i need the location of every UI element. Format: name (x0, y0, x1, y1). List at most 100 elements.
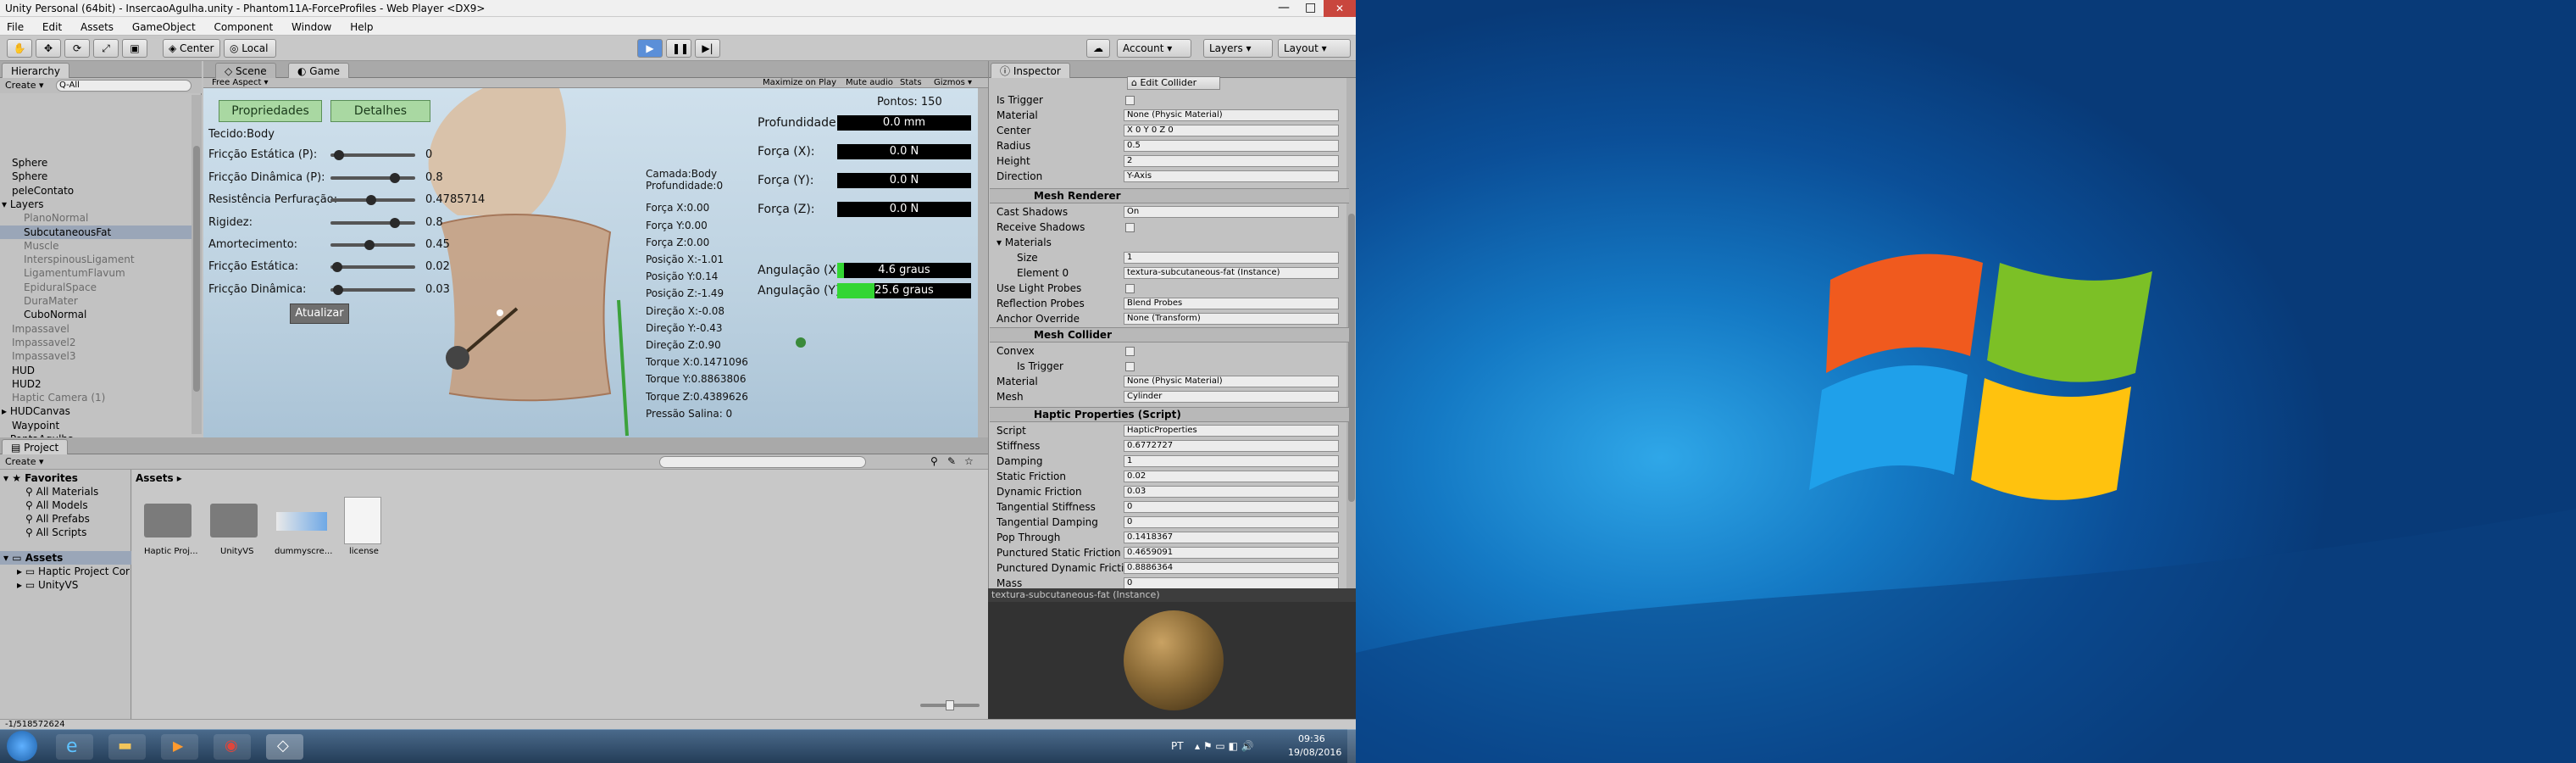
inspector-field-value[interactable]: On (1124, 206, 1339, 218)
inspector-field-value[interactable]: 1 (1124, 252, 1339, 264)
hierarchy-item[interactable]: ▾ Layers (2, 198, 44, 211)
assets-folder[interactable]: ▾ ▭ Assets (3, 553, 63, 563)
inspector-field-value[interactable]: 0.1418367 (1124, 532, 1339, 543)
rotate-tool-icon[interactable]: ⟳ (64, 39, 90, 58)
layers-dropdown[interactable]: Layers ▾ (1203, 39, 1273, 58)
inspector-field-value[interactable]: 0 (1124, 516, 1339, 528)
game-scrollbar[interactable] (978, 88, 988, 437)
explorer-icon[interactable]: ▬ (108, 734, 146, 760)
slider-knob[interactable] (390, 217, 401, 228)
fav-all-materials[interactable]: ⚲ All Materials (25, 487, 98, 497)
hierarchy-item[interactable]: LigamentumFlavum (24, 266, 125, 280)
hierarchy-item[interactable]: Sphere (12, 170, 47, 183)
menu-file[interactable]: File (7, 21, 24, 33)
material-preview[interactable] (988, 602, 1356, 719)
inspector-field-value[interactable]: textura-subcutaneous-fat (Instance) (1124, 267, 1339, 279)
ie-icon[interactable]: e (56, 734, 93, 760)
pivot-local-button[interactable]: ◎ Local (224, 39, 276, 58)
mesh-collider-header[interactable]: Mesh Collider (990, 327, 1349, 343)
tab-hierarchy[interactable]: Hierarchy (2, 63, 70, 78)
hierarchy-scrollbar[interactable] (192, 95, 202, 434)
hierarchy-item[interactable]: EpiduralSpace (24, 281, 97, 294)
assets-breadcrumb[interactable]: Assets ▸ (136, 473, 182, 483)
slider-knob[interactable] (332, 284, 343, 295)
inspector-checkbox[interactable] (1125, 347, 1135, 356)
hierarchy-item[interactable]: SubcutaneousFat (24, 226, 111, 239)
minimize-button[interactable]: — (1278, 2, 1290, 14)
media-player-icon[interactable]: ▶ (161, 734, 198, 760)
inspector-checkbox[interactable] (1125, 284, 1135, 293)
hierarchy-item[interactable]: PlanoNormal (24, 211, 88, 225)
inspector-field-value[interactable]: 0.8886364 (1124, 562, 1339, 574)
fav-all-scripts[interactable]: ⚲ All Scripts (25, 527, 86, 537)
folder-haptic-project[interactable]: ▸ ▭ Haptic Project Cor (17, 566, 130, 576)
pivot-center-button[interactable]: ◈ Center (163, 39, 220, 58)
inspector-checkbox[interactable] (1125, 362, 1135, 371)
maximize-button[interactable]: □ (1305, 2, 1316, 14)
hierarchy-search-input[interactable]: Q-All (56, 80, 192, 92)
haptic-properties-header[interactable]: Haptic Properties (Script) (990, 407, 1349, 422)
inspector-field-value[interactable]: X 0 Y 0 Z 0 (1124, 125, 1339, 136)
inspector-field-value[interactable]: 0.02 (1124, 471, 1339, 482)
detalhes-button[interactable]: Detalhes (330, 100, 430, 122)
favorite-star-icon[interactable]: ☆ (964, 456, 974, 466)
inspector-field-value[interactable]: None (Transform) (1124, 313, 1339, 325)
hierarchy-create-button[interactable]: Create ▾ (5, 81, 44, 90)
pause-button[interactable]: ❚❚ (666, 39, 691, 58)
move-tool-icon[interactable]: ✥ (36, 39, 61, 58)
propriedades-button[interactable]: Propriedades (219, 100, 322, 122)
slider-knob[interactable] (364, 240, 375, 250)
parameter-slider[interactable] (330, 195, 415, 205)
aspect-dropdown[interactable]: Free Aspect ▾ (212, 79, 269, 87)
mesh-renderer-header[interactable]: Mesh Renderer (990, 188, 1349, 203)
hierarchy-item[interactable]: Haptic Camera (1) (12, 391, 105, 404)
menu-help[interactable]: Help (350, 21, 373, 33)
hierarchy-item[interactable]: peleContato (12, 184, 74, 198)
image-thumbnail-icon[interactable] (276, 512, 327, 531)
parameter-slider[interactable] (330, 240, 415, 250)
hierarchy-item[interactable]: InterspinousLigament (24, 253, 135, 266)
asset-unityvs[interactable]: UnityVS (220, 548, 253, 556)
hierarchy-item[interactable]: Impassavel2 (12, 336, 76, 349)
menu-edit[interactable]: Edit (42, 21, 62, 33)
mute-audio-toggle[interactable]: Mute audio (846, 79, 893, 87)
icon-size-slider[interactable] (920, 700, 980, 710)
hierarchy-item[interactable]: Impassavel3 (12, 349, 76, 363)
tab-scene[interactable]: ◇ Scene (215, 63, 276, 78)
inspector-field-value[interactable]: Y-Axis (1124, 170, 1339, 182)
fav-all-models[interactable]: ⚲ All Models (25, 500, 88, 510)
inspector-field-value[interactable]: HapticProperties (1124, 425, 1339, 437)
fav-all-prefabs[interactable]: ⚲ All Prefabs (25, 514, 90, 524)
folder-icon[interactable] (210, 504, 258, 537)
parameter-slider[interactable] (330, 217, 415, 228)
inspector-field-value[interactable]: Cylinder (1124, 391, 1339, 403)
parameter-slider[interactable] (330, 172, 415, 183)
account-dropdown[interactable]: Account ▾ (1117, 39, 1191, 58)
inspector-field-value[interactable]: 0 (1124, 501, 1339, 513)
hierarchy-item[interactable]: Muscle (24, 239, 59, 253)
hierarchy-item[interactable]: CuboNormal (24, 308, 86, 321)
menu-assets[interactable]: Assets (80, 21, 114, 33)
parameter-slider[interactable] (330, 262, 415, 272)
language-indicator[interactable]: PT (1171, 741, 1184, 751)
hierarchy-item[interactable]: HUD (12, 364, 35, 377)
inspector-checkbox[interactable] (1125, 223, 1135, 232)
cloud-icon[interactable]: ☁ (1086, 39, 1110, 58)
rect-tool-icon[interactable]: ▣ (122, 39, 147, 58)
chrome-icon[interactable]: ◉ (214, 734, 251, 760)
show-desktop-button[interactable] (1347, 729, 1356, 763)
document-icon[interactable] (344, 497, 381, 544)
project-create-button[interactable]: Create ▾ (5, 457, 44, 466)
inspector-field-value[interactable]: 0 (1124, 577, 1339, 589)
menu-gameobject[interactable]: GameObject (132, 21, 196, 33)
game-view[interactable]: Propriedades Detalhes Tecido:Body Fricçã… (203, 88, 987, 437)
hierarchy-item[interactable]: ▸ HUDCanvas (2, 404, 70, 418)
hierarchy-item[interactable]: Waypoint (12, 419, 59, 432)
edit-collider-button[interactable]: ⌂ Edit Collider (1127, 76, 1220, 90)
inspector-field-value[interactable]: 2 (1124, 155, 1339, 167)
hierarchy-item[interactable]: DuraMater (24, 294, 78, 308)
gizmos-dropdown[interactable]: Gizmos ▾ (934, 79, 972, 87)
hierarchy-item[interactable]: Sphere (12, 156, 47, 170)
layout-dropdown[interactable]: Layout ▾ (1278, 39, 1351, 58)
menu-window[interactable]: Window (291, 21, 331, 33)
